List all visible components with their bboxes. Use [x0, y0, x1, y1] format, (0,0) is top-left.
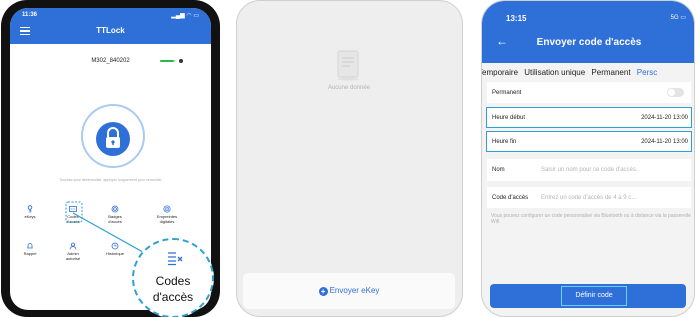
passcode-list-icon [168, 252, 183, 266]
phone-ekey-list: Aucune donnée + Envoyer eKey [236, 0, 463, 317]
end-time-value: 2024-11-20 13:00 [641, 138, 688, 145]
network-label: 5G [670, 15, 679, 21]
start-time-row[interactable]: Heure début 2024-11-20 13:00 [486, 107, 692, 128]
start-time-label: Heure début [492, 114, 526, 121]
zoom-callout: Codes d'accès [132, 238, 214, 317]
start-time-value: 2024-11-20 13:00 [641, 114, 688, 121]
tab-permanent[interactable]: Permanent [591, 68, 630, 77]
permanent-row: Permanent [487, 82, 691, 103]
empty-document-icon [337, 50, 359, 81]
name-label: Nom [492, 167, 505, 173]
plus-icon: + [318, 287, 328, 296]
permanent-toggle[interactable] [667, 88, 684, 97]
tab-single-use[interactable]: Utilisation unique [524, 68, 585, 77]
tab-custom[interactable]: Persc [637, 68, 657, 77]
app-header: 13:15 5G ▭ ← Envoyer code d'accès [482, 1, 694, 63]
status-time: 13:15 [506, 14, 527, 23]
permanent-label: Permanent [492, 89, 522, 96]
end-time-row[interactable]: Heure fin 2024-11-20 13:00 [486, 131, 692, 152]
zoom-label: Codes d'accès [152, 274, 194, 304]
passcode-row: Code d'accès Entrez un code d'accès de 4… [487, 187, 691, 208]
define-code-label: Définir code [561, 286, 627, 306]
empty-state-text: Aucune donnée [327, 85, 371, 91]
define-code-button[interactable]: Définir code [490, 284, 686, 308]
send-ekey-inner: + Envoyer eKey [243, 286, 455, 296]
passcode-input[interactable]: Entrez un code d'accès de 4 à 9 c... [541, 195, 636, 201]
passcode-label: Code d'accès [492, 194, 529, 201]
send-ekey-button[interactable]: + Envoyer eKey [243, 273, 455, 309]
name-row: Nom Saisir un nom pour ce code d'accès. [487, 159, 691, 181]
tab-temporary[interactable]: Temporaire [482, 68, 518, 77]
page-title: Envoyer code d'accès [536, 37, 642, 48]
passcode-type-tabs: Temporaire Utilisation unique Permanent … [482, 68, 661, 77]
custom-code-note: Vous pouvez configurer un code personnal… [491, 213, 691, 225]
status-icons: 5G ▭ [670, 15, 686, 21]
name-input[interactable]: Saisir un nom pour ce code d'accès. [541, 167, 638, 173]
phone-send-passcode: 13:15 5G ▭ ← Envoyer code d'accès Tempor… [481, 0, 695, 317]
end-time-label: Heure fin [492, 138, 517, 145]
send-ekey-label: Envoyer eKey [329, 286, 380, 295]
